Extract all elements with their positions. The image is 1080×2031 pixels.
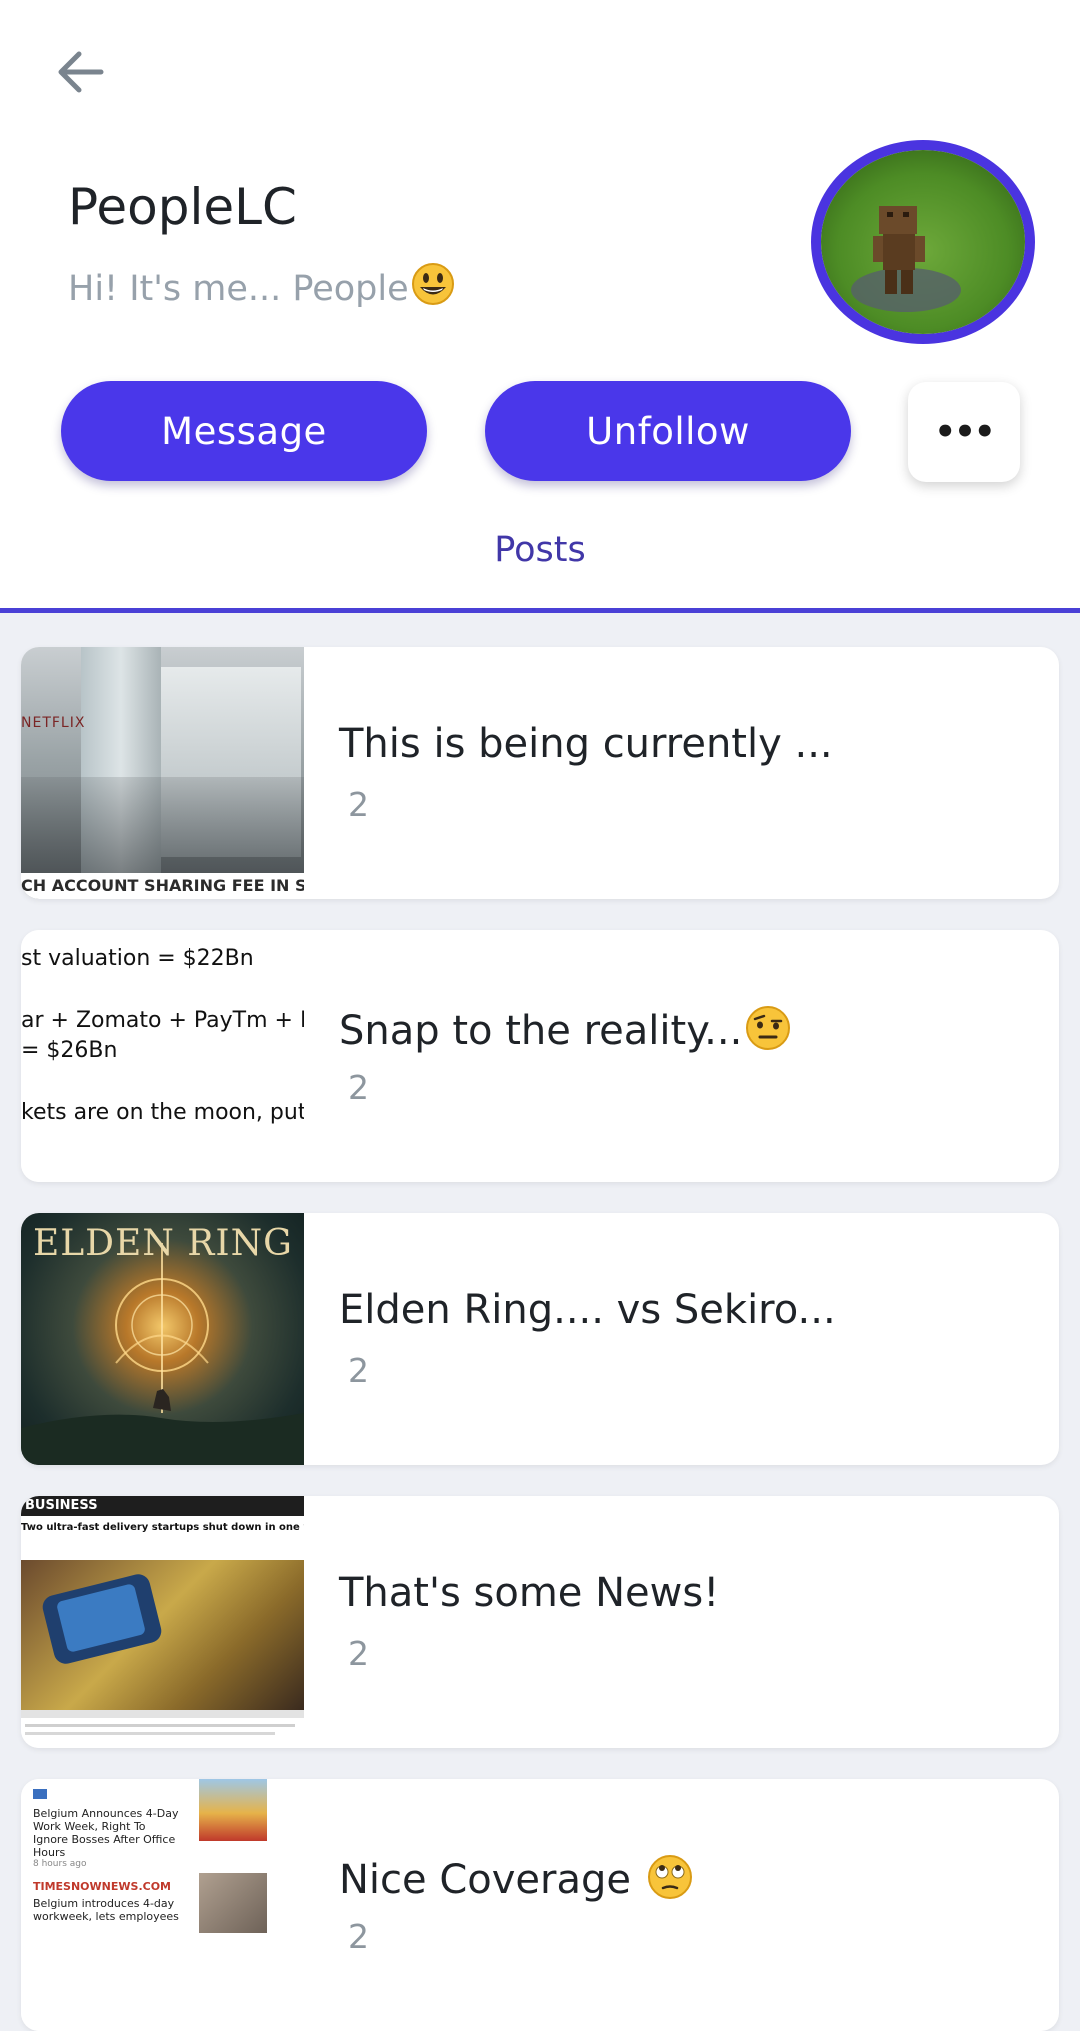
profile-name: PeopleLC [68, 178, 297, 236]
raised-eyebrow-face-icon [746, 1006, 791, 1050]
post-title: Elden Ring.... vs Sekiro... [339, 1287, 836, 1333]
post-title-text: Snap to the reality... [339, 1008, 743, 1054]
post-count: 2 [348, 1068, 369, 1107]
post-thumbnail: NETFLIX CH ACCOUNT SHARING FEE IN SOME C… [21, 647, 304, 899]
post-count: 2 [348, 1634, 369, 1673]
thumb-label: NETFLIX [21, 715, 86, 731]
more-options-button[interactable]: ••• [908, 382, 1020, 482]
thumb-time: 8 hours ago [33, 1859, 87, 1869]
profile-bio-text: Hi! It's me... People [68, 269, 409, 309]
post-title: That's some News! [339, 1570, 720, 1616]
post-card[interactable]: BUSINESS Two ultra-fast delivery startup… [21, 1496, 1059, 1748]
arrow-left-icon [58, 51, 104, 93]
thumb-headline: Two ultra-fast delivery startups shut do… [21, 1522, 304, 1533]
post-thumbnail: st valuation = $22Bn ar + Zomato + PayTm… [21, 930, 304, 1182]
post-thumbnail: Belgium Announces 4-Day Work Week, Right… [21, 1779, 304, 2031]
post-title: This is being currently ... [339, 721, 833, 767]
post-card[interactable]: st valuation = $22Bn ar + Zomato + PayTm… [21, 930, 1059, 1182]
thumb-subheadline: Belgium introduces 4-day workweek, lets … [33, 1897, 179, 1923]
tab-posts[interactable]: Posts [0, 530, 1080, 570]
post-count: 2 [348, 785, 369, 824]
thumb-brand: BUSINESS [25, 1498, 98, 1513]
message-button[interactable]: Message [61, 381, 427, 481]
thumb-line: st valuation = $22Bn [21, 946, 254, 971]
post-title: Nice Coverage [339, 1853, 694, 1903]
thumb-line: ar + Zomato + PayTm + N [21, 1008, 304, 1033]
thumb-line: = $26Bn [21, 1038, 118, 1063]
post-card[interactable]: ELDEN RING Elden Ring.... vs Sekiro... 2 [21, 1213, 1059, 1465]
thumb-source: TIMESNOWNEWS.COM [33, 1880, 171, 1893]
post-title: Snap to the reality... [339, 1004, 792, 1054]
post-title-text: Nice Coverage [339, 1857, 631, 1903]
avatar[interactable] [811, 140, 1035, 344]
post-count: 2 [348, 1351, 369, 1390]
thumb-headline: Belgium Announces 4-Day Work Week, Right… [33, 1807, 179, 1859]
post-thumbnail: ELDEN RING [21, 1213, 304, 1465]
thumb-title: ELDEN RING [33, 1223, 293, 1264]
tab-posts-indicator [0, 608, 1080, 613]
eye-roll-face-icon [647, 1855, 692, 1899]
thumb-caption: CH ACCOUNT SHARING FEE IN SOME COU [21, 873, 304, 899]
profile-header: PeopleLC Hi! It's me... People Message U… [0, 0, 1080, 612]
post-card[interactable]: Belgium Announces 4-Day Work Week, Right… [21, 1779, 1059, 2031]
unfollow-button[interactable]: Unfollow [485, 381, 851, 481]
thumb-line: kets are on the moon, put [21, 1100, 304, 1125]
post-thumbnail: BUSINESS Two ultra-fast delivery startup… [21, 1496, 304, 1748]
profile-bio: Hi! It's me... People [68, 262, 455, 309]
post-count: 2 [348, 1917, 369, 1956]
back-button[interactable] [48, 40, 112, 104]
avatar-image [821, 150, 1025, 334]
grinning-face-icon [411, 263, 454, 305]
post-card[interactable]: NETFLIX CH ACCOUNT SHARING FEE IN SOME C… [21, 647, 1059, 899]
